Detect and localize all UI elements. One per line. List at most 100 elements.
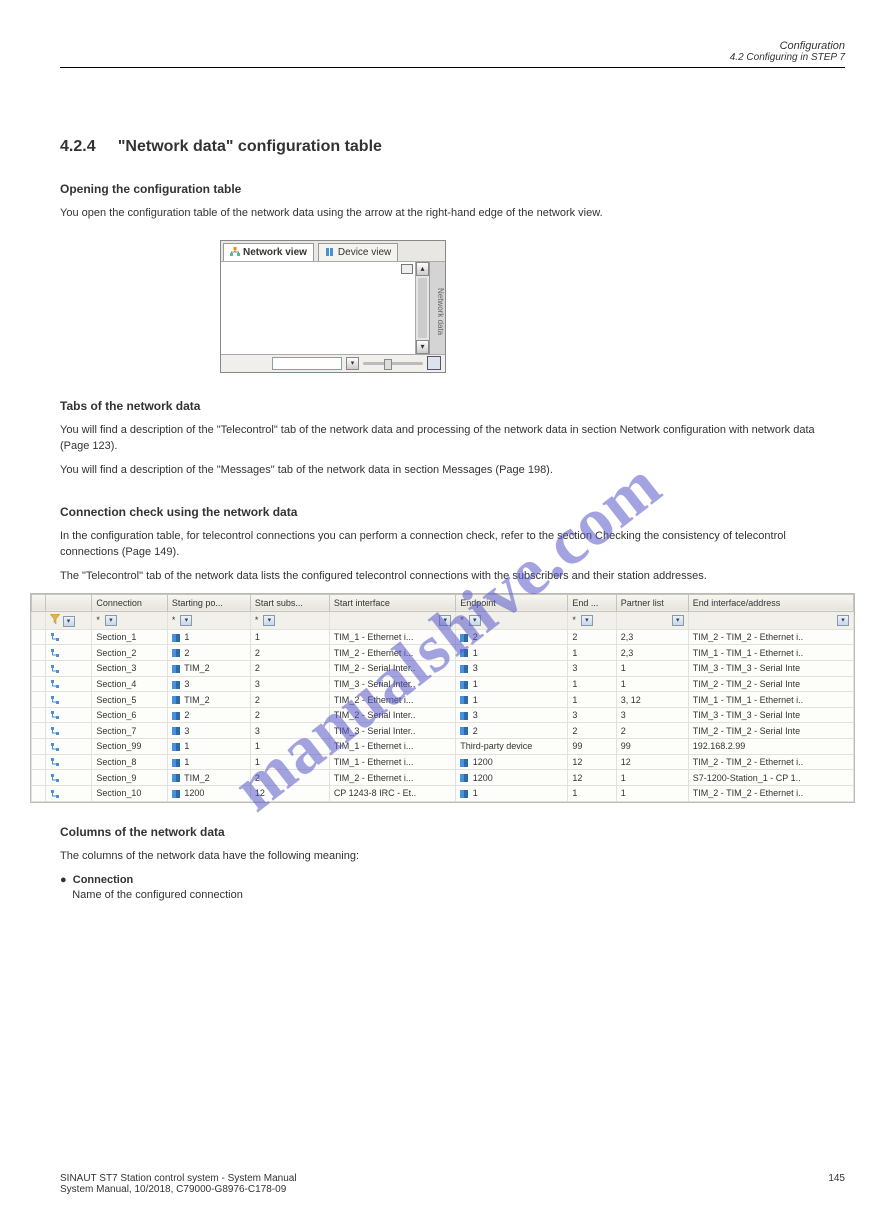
table-cell[interactable]: Section_99	[92, 739, 167, 755]
table-cell[interactable]: 3	[568, 707, 616, 723]
table-cell[interactable]: TIM_1 - TIM_1 - Ethernet i..	[688, 692, 853, 708]
table-row[interactable]: Section_8 11TIM_1 - Ethernet i... 120012…	[32, 754, 854, 770]
dropdown-icon[interactable]: ▾	[439, 615, 451, 626]
network-data-sidebar-tab[interactable]: Network data	[429, 262, 445, 354]
table-cell[interactable]: 1	[167, 739, 250, 755]
table-filter-cell[interactable]	[32, 611, 46, 629]
table-header-cell[interactable]: End ...	[568, 594, 616, 611]
dropdown-icon[interactable]: ▾	[346, 357, 359, 370]
table-cell[interactable]: TIM_3 - Serial Inter..	[329, 723, 455, 739]
table-cell[interactable]: 3	[456, 660, 568, 676]
table-header-cell[interactable]: Starting po...	[167, 594, 250, 611]
table-cell[interactable]: TIM_3 - TIM_3 - Serial Inte	[688, 707, 853, 723]
table-cell[interactable]: 3	[167, 723, 250, 739]
table-cell[interactable]: TIM_2 - TIM_2 - Serial Inte	[688, 676, 853, 692]
table-header-cell[interactable]	[46, 594, 92, 611]
table-cell[interactable]: Third-party device	[456, 739, 568, 755]
selection-box[interactable]	[272, 357, 342, 370]
table-cell[interactable]: 1	[456, 785, 568, 801]
dropdown-icon[interactable]: ▾	[469, 615, 481, 626]
table-filter-cell[interactable]: * ▾	[167, 611, 250, 629]
table-header-cell[interactable]: Start subs...	[250, 594, 329, 611]
table-filter-cell[interactable]: * ▾	[456, 611, 568, 629]
table-cell[interactable]: TIM_2 - TIM_2 - Ethernet i..	[688, 785, 853, 801]
table-cell[interactable]: 2	[616, 723, 688, 739]
table-cell[interactable]: TIM_2 - Serial Inter..	[329, 660, 455, 676]
table-cell[interactable]: 2	[167, 645, 250, 661]
table-cell[interactable]: 1	[456, 692, 568, 708]
table-cell[interactable]: CP 1243-8 IRC - Et..	[329, 785, 455, 801]
table-cell[interactable]: 1	[250, 629, 329, 645]
table-row[interactable]: Section_2 22TIM_2 - Ethernet i... 112,3T…	[32, 645, 854, 661]
table-row[interactable]: Section_1 11TIM_1 - Ethernet i... 222,3T…	[32, 629, 854, 645]
dropdown-icon[interactable]: ▾	[581, 615, 593, 626]
table-cell[interactable]: 1	[250, 754, 329, 770]
table-cell[interactable]: 2	[456, 723, 568, 739]
table-row[interactable]: Section_99 11TIM_1 - Ethernet i...Third-…	[32, 739, 854, 755]
table-cell[interactable]: TIM_1 - Ethernet i...	[329, 629, 455, 645]
table-cell[interactable]: S7-1200-Station_1 - CP 1..	[688, 770, 853, 786]
table-cell[interactable]: 3	[456, 707, 568, 723]
table-header-cell[interactable]	[32, 594, 46, 611]
table-cell[interactable]: 1	[616, 785, 688, 801]
table-cell[interactable]: Section_1	[92, 629, 167, 645]
table-cell[interactable]: 2,3	[616, 629, 688, 645]
table-cell[interactable]: 1200	[456, 770, 568, 786]
table-cell[interactable]: 2	[167, 707, 250, 723]
zoom-fit-icon[interactable]	[427, 356, 441, 370]
table-cell[interactable]: 2	[250, 692, 329, 708]
table-cell[interactable]: TIM_2 - TIM_2 - Serial Inte	[688, 723, 853, 739]
table-cell[interactable]: Section_3	[92, 660, 167, 676]
table-row[interactable]: Section_7 33TIM_3 - Serial Inter.. 222TI…	[32, 723, 854, 739]
table-cell[interactable]: 1200	[167, 785, 250, 801]
table-cell[interactable]: 2	[250, 645, 329, 661]
tab-network-view[interactable]: Network view	[223, 243, 314, 261]
table-cell[interactable]: 1	[456, 645, 568, 661]
table-cell[interactable]: 3	[250, 676, 329, 692]
table-filter-cell[interactable]: ▾	[329, 611, 455, 629]
table-cell[interactable]: TIM_2 - Ethernet i...	[329, 692, 455, 708]
table-cell[interactable]: 3	[568, 660, 616, 676]
table-header-cell[interactable]: Connection	[92, 594, 167, 611]
table-cell[interactable]: 3	[616, 707, 688, 723]
table-cell[interactable]: 1200	[456, 754, 568, 770]
dropdown-icon[interactable]: ▾	[263, 615, 275, 626]
table-filter-cell[interactable]: * ▾	[92, 611, 167, 629]
table-cell[interactable]: TIM_1 - Ethernet i...	[329, 754, 455, 770]
table-row[interactable]: Section_10 120012CP 1243-8 IRC - Et.. 11…	[32, 785, 854, 801]
table-header-cell[interactable]: Endpoint	[456, 594, 568, 611]
tab-device-view[interactable]: Device view	[318, 243, 398, 261]
filter-icon[interactable]	[50, 614, 60, 624]
table-cell[interactable]: TIM_1 - Ethernet i...	[329, 739, 455, 755]
table-cell[interactable]: 2	[250, 660, 329, 676]
scroll-up-icon[interactable]: ▴	[416, 262, 429, 276]
table-cell[interactable]: 1	[167, 754, 250, 770]
table-cell[interactable]: 1	[568, 676, 616, 692]
table-header-cell[interactable]: End interface/address	[688, 594, 853, 611]
table-row[interactable]: Section_5 TIM_22TIM_2 - Ethernet i... 11…	[32, 692, 854, 708]
table-cell[interactable]: 1	[250, 739, 329, 755]
table-cell[interactable]: 1	[456, 676, 568, 692]
table-cell[interactable]: TIM_2	[167, 770, 250, 786]
table-header-cell[interactable]: Partner list	[616, 594, 688, 611]
dropdown-icon[interactable]: ▾	[837, 615, 849, 626]
table-cell[interactable]: 1	[616, 770, 688, 786]
table-cell[interactable]: Section_4	[92, 676, 167, 692]
table-cell[interactable]: Section_7	[92, 723, 167, 739]
table-cell[interactable]: 12	[616, 754, 688, 770]
table-cell[interactable]: TIM_3 - TIM_3 - Serial Inte	[688, 660, 853, 676]
table-cell[interactable]: 2	[250, 770, 329, 786]
table-cell[interactable]: Section_2	[92, 645, 167, 661]
table-cell[interactable]: 1	[568, 692, 616, 708]
table-cell[interactable]: TIM_1 - TIM_1 - Ethernet i..	[688, 645, 853, 661]
table-cell[interactable]: 99	[568, 739, 616, 755]
table-filter-cell[interactable]: * ▾	[568, 611, 616, 629]
table-cell[interactable]: 2	[456, 629, 568, 645]
table-cell[interactable]: TIM_2 - TIM_2 - Ethernet i..	[688, 754, 853, 770]
table-cell[interactable]: 3	[167, 676, 250, 692]
dropdown-icon[interactable]: ▾	[105, 615, 117, 626]
dropdown-icon[interactable]: ▾	[63, 616, 75, 627]
table-cell[interactable]: 99	[616, 739, 688, 755]
table-cell[interactable]: 2	[250, 707, 329, 723]
vertical-scrollbar[interactable]: ▴ ▾	[415, 262, 429, 354]
